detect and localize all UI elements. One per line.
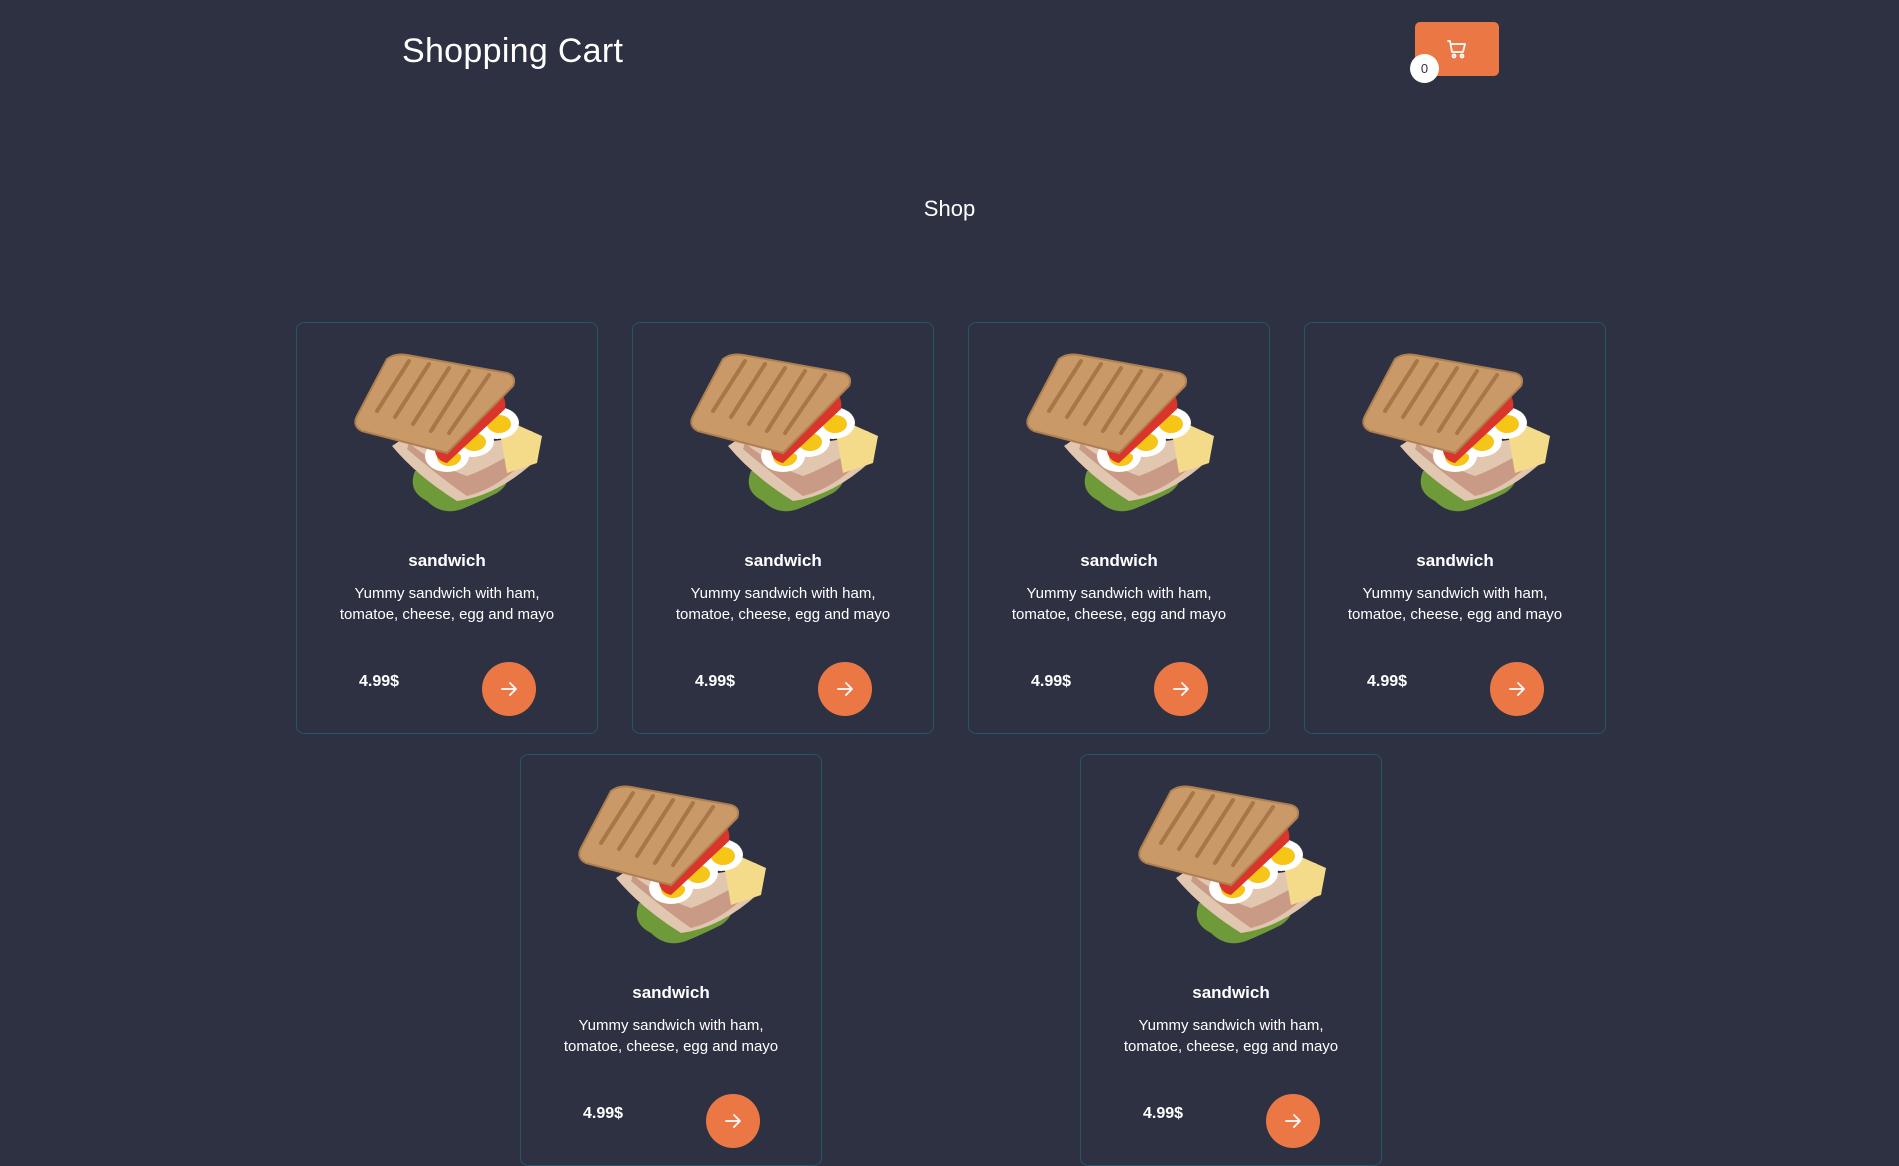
product-description: Yummy sandwich with ham, tomatoe, cheese… — [1347, 585, 1563, 623]
arrow-right-icon — [725, 1114, 741, 1128]
product-card: sandwich Yummy sandwich with ham, tomato… — [296, 322, 598, 734]
add-to-cart-button[interactable] — [482, 662, 536, 716]
header: Shopping Cart 0 — [0, 0, 1899, 100]
arrow-right-icon — [1173, 682, 1189, 696]
product-name: sandwich — [1080, 551, 1158, 570]
product-image — [1131, 783, 1331, 948]
product-price: 4.99$ — [1031, 673, 1072, 690]
arrow-right-icon — [837, 682, 853, 696]
shopping-cart-icon — [1447, 40, 1466, 59]
arrow-right-icon — [501, 682, 517, 696]
product-card: sandwich Yummy sandwich with ham, tomato… — [1080, 754, 1382, 1166]
product-name: sandwich — [1416, 551, 1494, 570]
product-image — [1019, 351, 1219, 516]
add-to-cart-button[interactable] — [1266, 1094, 1320, 1148]
product-description: Yummy sandwich with ham, tomatoe, cheese… — [339, 585, 555, 623]
product-card: sandwich Yummy sandwich with ham, tomato… — [968, 322, 1270, 734]
product-price: 4.99$ — [359, 673, 400, 690]
product-description: Yummy sandwich with ham, tomatoe, cheese… — [1011, 585, 1227, 623]
product-image — [683, 351, 883, 516]
product-price: 4.99$ — [695, 673, 736, 690]
cart-count-badge: 0 — [1410, 54, 1439, 83]
product-image — [1355, 351, 1555, 516]
arrow-right-icon — [1509, 682, 1525, 696]
product-price: 4.99$ — [1367, 673, 1408, 690]
product-price: 4.99$ — [1143, 1105, 1184, 1122]
add-to-cart-button[interactable] — [1490, 662, 1544, 716]
product-image — [571, 783, 771, 948]
product-card: sandwich Yummy sandwich with ham, tomato… — [632, 322, 934, 734]
app-title: Shopping Cart — [402, 32, 624, 70]
product-description: Yummy sandwich with ham, tomatoe, cheese… — [563, 1017, 779, 1055]
product-card: sandwich Yummy sandwich with ham, tomato… — [520, 754, 822, 1166]
arrow-right-icon — [1285, 1114, 1301, 1128]
product-card: sandwich Yummy sandwich with ham, tomato… — [1304, 322, 1606, 734]
product-description: Yummy sandwich with ham, tomatoe, cheese… — [675, 585, 891, 623]
product-name: sandwich — [408, 551, 486, 570]
product-image — [347, 351, 547, 516]
add-to-cart-button[interactable] — [818, 662, 872, 716]
product-name: sandwich — [744, 551, 822, 570]
shop-title: Shop — [923, 196, 976, 221]
product-name: sandwich — [1192, 983, 1270, 1002]
add-to-cart-button[interactable] — [1154, 662, 1208, 716]
product-description: Yummy sandwich with ham, tomatoe, cheese… — [1123, 1017, 1339, 1055]
add-to-cart-button[interactable] — [706, 1094, 760, 1148]
product-price: 4.99$ — [583, 1105, 624, 1122]
product-name: sandwich — [632, 983, 710, 1002]
